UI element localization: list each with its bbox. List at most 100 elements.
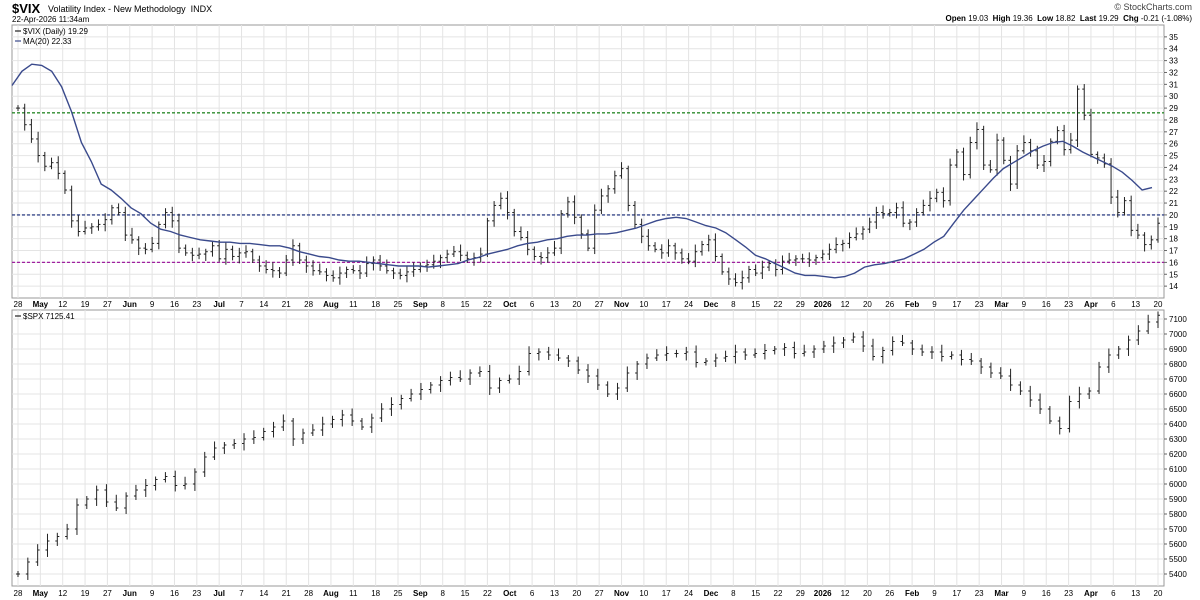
vix-y-tick-label: 14: [1169, 282, 1178, 291]
x-tick-label: 15: [751, 300, 760, 309]
x-tick-label: 15: [461, 589, 470, 598]
x-tick-label: 27: [595, 300, 604, 309]
x-tick-label: Oct: [503, 589, 517, 598]
x-tick-label: 20: [1154, 589, 1163, 598]
x-tick-label: Jul: [213, 589, 225, 598]
x-tick-label: 24: [684, 300, 693, 309]
x-tick-label: May: [33, 589, 49, 598]
vix-y-tick-label: 23: [1169, 175, 1178, 184]
x-tick-label: 28: [14, 589, 23, 598]
vix-y-tick-label: 34: [1169, 45, 1178, 54]
vix-y-tick-label: 20: [1169, 211, 1178, 220]
x-tick-label: May: [33, 300, 49, 309]
x-tick-label: 29: [796, 589, 805, 598]
x-tick-label: 26: [885, 589, 894, 598]
x-tick-label: 21: [282, 300, 291, 309]
spx-y-tick-label: 5400: [1169, 570, 1187, 579]
x-tick-label: 25: [394, 589, 403, 598]
x-tick-label: 17: [952, 589, 961, 598]
x-tick-label: 7: [239, 589, 244, 598]
x-tick-label: Feb: [905, 589, 919, 598]
x-tick-label: 13: [1131, 300, 1140, 309]
x-tick-label: 15: [461, 300, 470, 309]
x-tick-label: 16: [1042, 589, 1051, 598]
x-tick-label: 23: [1064, 300, 1073, 309]
x-tick-label: 10: [639, 300, 648, 309]
vix-panel[interactable]: 14 15 16 17 18 19 20 21 22 23 24 25 26 27 28 29 30 31 32 33…: [11, 24, 1178, 299]
x-tick-label: 9: [932, 300, 937, 309]
vix-legend-entry: $VIX (Daily) 19.29: [23, 27, 88, 36]
x-tick-label: 7: [239, 300, 244, 309]
spx-panel[interactable]: 5400 5500 5600 5700 5800 5900 6000 6100 6200 6300…: [11, 309, 1187, 587]
x-tick-label: Dec: [704, 589, 719, 598]
x-tick-label: Nov: [614, 589, 630, 598]
vix-y-tick-label: 26: [1169, 140, 1178, 149]
spx-y-tick-label: 6000: [1169, 480, 1187, 489]
x-tick-label: 16: [1042, 300, 1051, 309]
x-tick-label: 12: [58, 589, 67, 598]
vix-y-tick-label: 29: [1169, 104, 1178, 113]
x-tick-label: Mar: [994, 300, 1008, 309]
x-tick-label: Sep: [413, 589, 428, 598]
x-tick-label: 24: [684, 589, 693, 598]
x-tick-label: 23: [975, 300, 984, 309]
x-tick-label: 11: [349, 589, 358, 598]
x-tick-label: 28: [304, 300, 313, 309]
vix-y-tick-label: 25: [1169, 152, 1178, 161]
price-chart[interactable]: 14 15 16 17 18 19 20 21 22 23 24 25 26 27 28 29 30 31 32 33…: [0, 0, 1200, 600]
x-tick-label: 11: [349, 300, 358, 309]
vix-plot-area[interactable]: [11, 24, 1165, 299]
x-tick-label: Apr: [1084, 589, 1098, 598]
vix-y-tick-label: 30: [1169, 92, 1178, 101]
x-tick-label: 16: [170, 589, 179, 598]
x-tick-label: 17: [952, 300, 961, 309]
spx-plot-area[interactable]: [11, 309, 1165, 587]
x-tick-label: 20: [572, 589, 581, 598]
x-tick-label: 6: [530, 589, 535, 598]
spx-y-tick-label: 7000: [1169, 330, 1187, 339]
x-tick-label: Sep: [413, 300, 428, 309]
x-tick-label: 21: [282, 589, 291, 598]
x-tick-label: 25: [394, 300, 403, 309]
vix-y-tick-label: 33: [1169, 57, 1178, 66]
x-tick-label: 14: [259, 300, 268, 309]
x-tick-label: 22: [483, 300, 492, 309]
x-tick-label: 9: [1022, 300, 1027, 309]
x-tick-label: 13: [550, 300, 559, 309]
vix-y-tick-label: 22: [1169, 187, 1178, 196]
x-tick-label: 22: [483, 589, 492, 598]
x-tick-label: 8: [731, 589, 736, 598]
x-tick-label: 10: [639, 589, 648, 598]
x-tick-label: 2026: [814, 589, 832, 598]
spx-y-tick-label: 6400: [1169, 420, 1187, 429]
x-tick-label: 29: [796, 300, 805, 309]
spx-y-tick-label: 5900: [1169, 495, 1187, 504]
vix-y-tick-label: 28: [1169, 116, 1178, 125]
x-tick-label: 9: [150, 589, 155, 598]
vix-y-tick-label: 15: [1169, 270, 1178, 279]
x-tick-label: 6: [1111, 300, 1116, 309]
x-tick-label: Jul: [213, 300, 225, 309]
spx-y-tick-label: 6500: [1169, 405, 1187, 414]
vix-legend-entry: MA(20) 22.33: [23, 37, 72, 46]
x-tick-label: 17: [662, 589, 671, 598]
x-tick-label: 27: [103, 589, 112, 598]
x-tick-label: Jun: [123, 300, 137, 309]
x-tick-label: Mar: [994, 589, 1008, 598]
x-tick-label: 28: [304, 589, 313, 598]
x-tick-label: 23: [192, 300, 201, 309]
vix-y-tick-label: 21: [1169, 199, 1178, 208]
x-tick-label: 23: [975, 589, 984, 598]
x-tick-label: 23: [1064, 589, 1073, 598]
x-tick-label: 13: [1131, 589, 1140, 598]
x-tick-label: 22: [774, 589, 783, 598]
spx-y-tick-label: 7100: [1169, 315, 1187, 324]
x-tick-label: 14: [259, 589, 268, 598]
x-tick-label: 20: [1154, 300, 1163, 309]
x-tick-label: Dec: [704, 300, 719, 309]
spx-legend-entry: $SPX 7125.41: [23, 312, 75, 321]
spx-y-tick-label: 6700: [1169, 375, 1187, 384]
x-tick-label: 13: [550, 589, 559, 598]
x-tick-label: 6: [530, 300, 535, 309]
x-tick-label: Oct: [503, 300, 517, 309]
